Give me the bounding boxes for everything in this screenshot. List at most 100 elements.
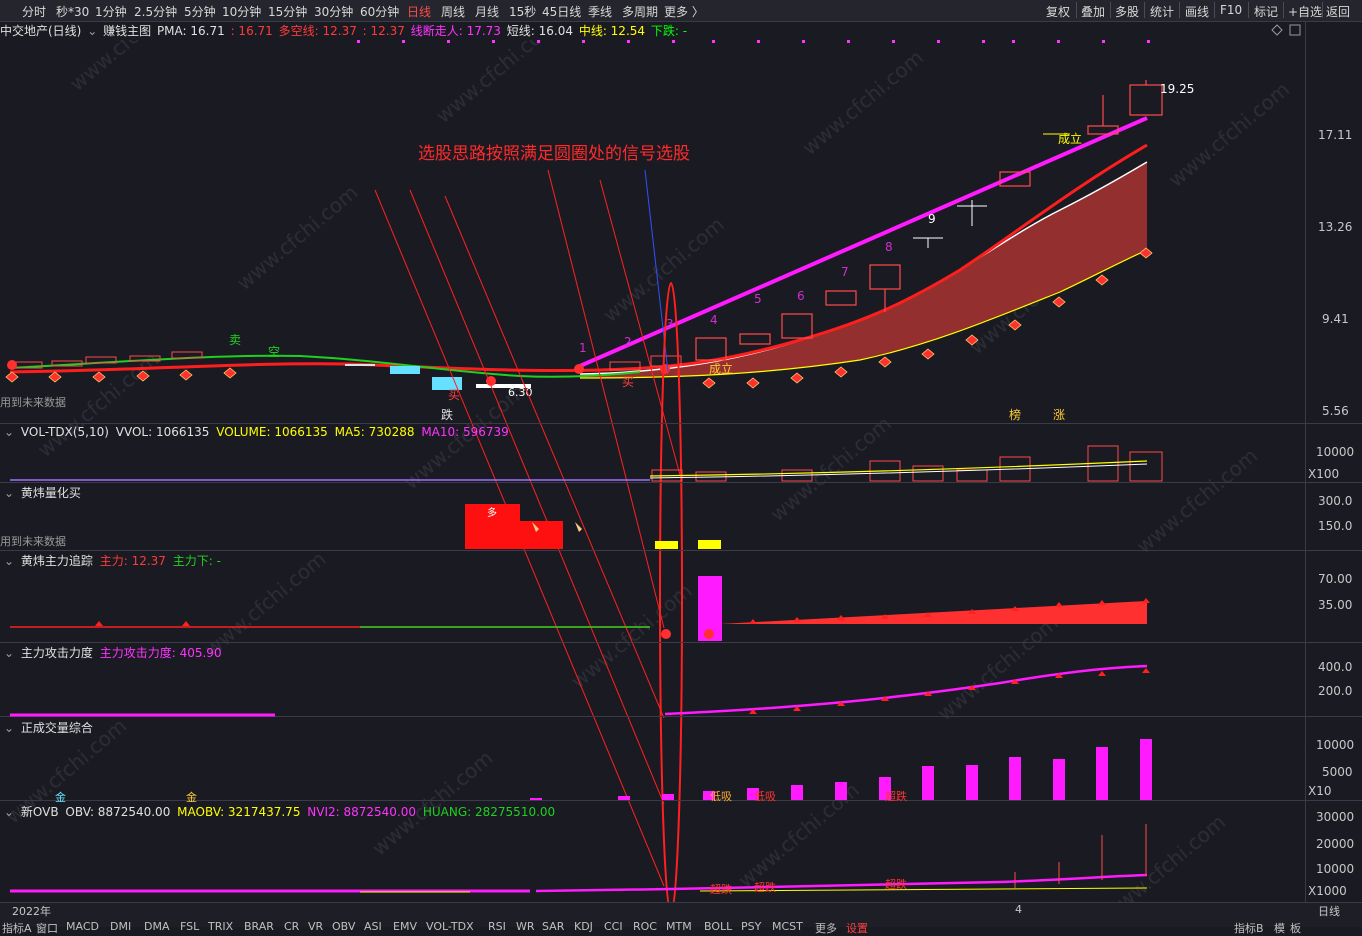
tab-more-indicators[interactable]: 更多 [815, 920, 837, 936]
tab-sar[interactable]: SAR [542, 920, 564, 933]
diamond-icon[interactable] [1271, 24, 1283, 36]
obv-panel-title[interactable]: 新OVB [21, 805, 59, 819]
rise-signal: 涨 [1053, 407, 1065, 422]
zc-label: 低吸 [754, 790, 776, 803]
tracking-multi-icon [704, 629, 714, 639]
y-tick: 10000 [1316, 445, 1355, 459]
count-2: 2 [624, 335, 632, 349]
tab-dma[interactable]: DMA [144, 920, 170, 933]
attack-panel-legend: ⌄ 主力攻击力度 主力攻击力度: 405.90 [4, 644, 225, 661]
tab-emv[interactable]: EMV [393, 920, 417, 933]
tab-mcst[interactable]: MCST [772, 920, 803, 933]
y-tick: 35.00 [1318, 598, 1353, 612]
count-6: 6 [797, 289, 805, 303]
huang-value: HUANG: 28275510.00 [422, 805, 556, 819]
quant-panel-legend: ⌄ 黄炜量化买 [4, 484, 84, 501]
main-down-value: 主力下: - [172, 554, 221, 568]
volume-value: VOLUME: 1066135 [216, 425, 328, 439]
zc-panel-title[interactable]: 正成交量综合 [21, 721, 93, 735]
tab-macd[interactable]: MACD [66, 920, 99, 933]
tab-settings[interactable]: 设置 [846, 920, 868, 936]
tracking-multi-icon [661, 629, 671, 639]
tab-fsl[interactable]: FSL [180, 920, 199, 933]
chart-canvas[interactable]: www.cfchi.com [0, 0, 1362, 926]
tab-mtm[interactable]: MTM [666, 920, 692, 933]
zc-label: 金 [55, 790, 66, 804]
date-axis-year: 2022年 [12, 905, 51, 918]
y-tick: 5000 [1322, 765, 1353, 779]
tab-rsi[interactable]: RSI [488, 920, 506, 933]
obv-label: 超跌 [710, 882, 732, 896]
high-price-label: 19.25 [1160, 82, 1194, 96]
zc-panel-legend: ⌄ 正成交量综合 [4, 719, 96, 736]
strategy-annotation: 选股思路按照满足圆圈处的信号选股 [418, 144, 690, 164]
tab-template[interactable]: 模 [1274, 920, 1285, 936]
tab-vol-tdx[interactable]: VOL-TDX [426, 920, 474, 933]
y-tick: 30000 [1316, 810, 1355, 824]
y-tick: 20000 [1316, 837, 1355, 851]
volume-panel-title[interactable]: VOL-TDX(5,10) [21, 425, 109, 439]
quant-future-note: 用到未来数据 [0, 534, 66, 548]
count-4: 4 [710, 313, 718, 327]
quant-panel-title[interactable]: 黄炜量化买 [21, 486, 81, 500]
main-force-value: 主力: 12.37 [99, 554, 166, 568]
main-y-axis: 17.11 13.26 9.41 5.56 [1318, 128, 1352, 418]
tab-obv[interactable]: OBV [332, 920, 355, 933]
tracking-panel-legend: ⌄ 黄炜主力追踪 主力: 12.37 主力下: - [4, 552, 224, 569]
sell-signal: 卖 [229, 333, 241, 347]
tab-wr[interactable]: WR [516, 920, 535, 933]
y-tick: 300.0 [1318, 494, 1353, 508]
count-5: 5 [754, 292, 762, 306]
chevron-down-icon[interactable]: ⌄ [4, 805, 14, 819]
tab-trix[interactable]: TRIX [208, 920, 233, 933]
chevron-down-icon[interactable]: ⌄ [4, 554, 14, 568]
zc-label: 超跌 [885, 789, 907, 803]
zc-bar [1009, 757, 1021, 800]
tab-indicator-b[interactable]: 指标B [1234, 920, 1264, 936]
tab-cci[interactable]: CCI [604, 920, 623, 933]
tab-cr[interactable]: CR [284, 920, 299, 933]
tab-psy[interactable]: PSY [741, 920, 761, 933]
ma10-value: MA10: 596739 [421, 425, 509, 439]
obv-panel-legend: ⌄ 新OVB OBV: 8872540.00 MAOBV: 3217437.75… [4, 803, 558, 820]
y-tick: 9.41 [1322, 312, 1349, 326]
attack-panel-title[interactable]: 主力攻击力度 [21, 646, 93, 660]
zc-label: 低吸 [710, 790, 732, 803]
count-1: 1 [579, 341, 587, 355]
empty-signal: 空 [268, 345, 280, 359]
count-3: 3 [666, 317, 674, 331]
zc-bar [1053, 759, 1065, 800]
tab-indicator-a[interactable]: 指标A [2, 920, 32, 936]
tab-asi[interactable]: ASI [364, 920, 382, 933]
ma5-value: MA5: 730288 [334, 425, 415, 439]
tracking-panel-title[interactable]: 黄炜主力追踪 [21, 554, 93, 568]
tab-vr[interactable]: VR [308, 920, 323, 933]
tab-brar[interactable]: BRAR [244, 920, 274, 933]
vvol-value: VVOL: 1066135 [115, 425, 210, 439]
maobv-value: MAOBV: 3217437.75 [177, 805, 301, 819]
establish-signal-2: 成立 [1058, 131, 1082, 146]
chevron-down-icon[interactable]: ⌄ [4, 721, 14, 735]
buy-signal-2: 买 [622, 375, 634, 389]
quant-yellow-2 [698, 540, 721, 549]
y-tick: 17.11 [1318, 128, 1352, 142]
y-tick: 400.0 [1318, 660, 1353, 674]
tab-board[interactable]: 板 [1290, 920, 1301, 936]
zc-bar [791, 785, 803, 800]
tab-window[interactable]: 窗口 [36, 920, 58, 936]
y-tick: X100 [1308, 467, 1340, 481]
tab-kdj[interactable]: KDJ [574, 920, 593, 933]
panel-toggle-icon[interactable] [1289, 24, 1301, 36]
zc-bar [966, 765, 978, 800]
y-tick: 13.26 [1318, 220, 1352, 234]
date-axis-bar: 2022年 4 日线 指标A 窗口 MACD DMI DMA FSL TRIX … [0, 902, 1362, 935]
chevron-down-icon[interactable]: ⌄ [4, 486, 14, 500]
tab-dmi[interactable]: DMI [110, 920, 131, 933]
y-tick: 10000 [1316, 738, 1355, 752]
count-7: 7 [841, 265, 849, 279]
tab-boll[interactable]: BOLL [704, 920, 732, 933]
quant-yellow-1 [655, 541, 678, 549]
chevron-down-icon[interactable]: ⌄ [4, 646, 14, 660]
chevron-down-icon[interactable]: ⌄ [4, 425, 14, 439]
tab-roc[interactable]: ROC [633, 920, 657, 933]
